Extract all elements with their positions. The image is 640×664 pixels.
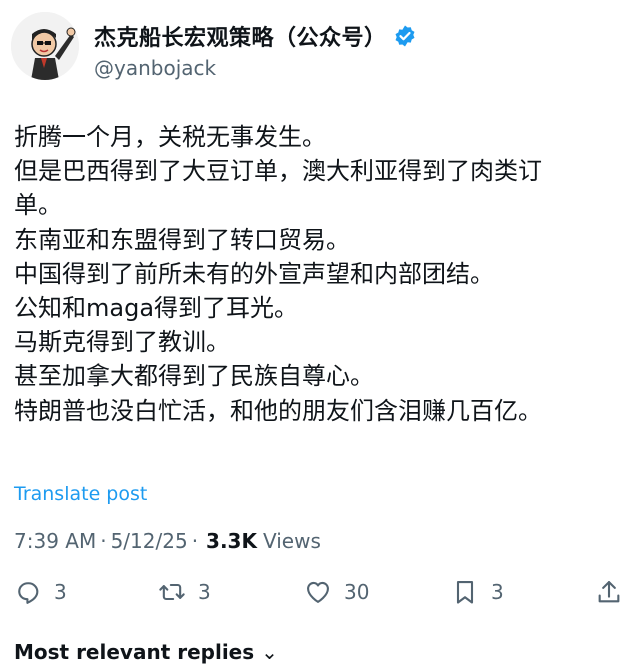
post-time[interactable]: 7:39 AM xyxy=(14,529,96,553)
avatar-illustration xyxy=(11,12,79,80)
like-button[interactable]: 30 xyxy=(304,574,369,610)
post-line: 折腾一个月，关税无事发生。 xyxy=(14,123,326,151)
post-line: 甚至加拿大都得到了民族自尊心。 xyxy=(14,362,374,391)
post-body: 折腾一个月，关税无事发生。 但是巴西得到了大豆订单，澳大利亚得到了肉类订 单。 … xyxy=(14,120,626,428)
author-name-row[interactable]: 杰克船长宏观策略（公众号） xyxy=(94,20,417,52)
post-line: 单。 xyxy=(14,191,62,220)
post-line: 中国得到了前所未有的外宣声望和内部团结。 xyxy=(14,259,494,288)
views-count[interactable]: 3.3K xyxy=(206,529,257,553)
share-icon xyxy=(598,581,620,603)
verified-badge-icon xyxy=(395,25,415,47)
repost-icon xyxy=(159,583,185,601)
meta-separator: · xyxy=(100,529,107,553)
post-line: 马斯克得到了教训。 xyxy=(14,328,230,357)
meta-separator: · xyxy=(191,529,199,553)
avatar[interactable] xyxy=(11,12,79,80)
bookmark-icon xyxy=(456,581,474,604)
bookmark-count: 3 xyxy=(491,580,504,604)
action-bar: 3 3 30 3 xyxy=(0,574,640,614)
reply-icon xyxy=(18,582,39,604)
post-line: 特朗普也没白忙活，和他的朋友们含泪赚几百亿。 xyxy=(14,396,542,425)
post-line: 公知和maga得到了耳光。 xyxy=(14,294,299,323)
repost-count: 3 xyxy=(198,580,211,604)
bookmark-button[interactable]: 3 xyxy=(451,574,504,610)
post-line: 但是巴西得到了大豆订单，澳大利亚得到了肉类订 xyxy=(14,157,542,186)
repost-button[interactable]: 3 xyxy=(158,574,211,610)
author-handle[interactable]: @yanbojack xyxy=(94,56,216,80)
replies-sort-dropdown[interactable]: Most relevant replies ⌄ xyxy=(14,640,278,664)
reply-button[interactable]: 3 xyxy=(14,574,67,610)
replies-sort-label: Most relevant replies xyxy=(14,640,255,664)
author-display-name[interactable]: 杰克船长宏观策略（公众号） xyxy=(94,20,387,52)
post-line: 东南亚和东盟得到了转口贸易。 xyxy=(14,225,350,254)
reply-count: 3 xyxy=(54,580,67,604)
like-count: 30 xyxy=(344,580,370,604)
chevron-down-icon: ⌄ xyxy=(261,640,278,664)
views-label[interactable]: Views xyxy=(263,529,321,553)
translate-post-link[interactable]: Translate post xyxy=(14,483,147,505)
post-date[interactable]: 5/12/25 xyxy=(111,529,188,553)
share-button[interactable] xyxy=(595,574,623,610)
heart-icon xyxy=(307,581,329,603)
post-meta: 7:39 AM · 5/12/25 · 3.3K Views xyxy=(14,529,321,553)
